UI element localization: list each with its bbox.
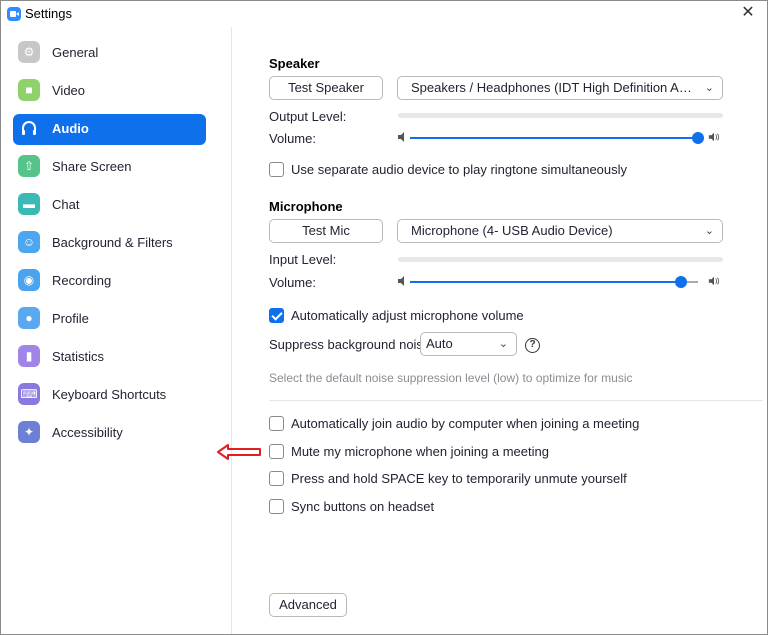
checkbox-label: Use separate audio device to play ringto…	[291, 162, 628, 177]
sidebar-item-label: Accessibility	[52, 425, 123, 440]
speaker-volume-label: Volume:	[269, 131, 316, 146]
checkbox-box[interactable]	[269, 162, 284, 177]
microphone-device-value: Microphone (4- USB Audio Device)	[411, 223, 613, 238]
sidebar-item-label: Profile	[52, 311, 89, 326]
input-level-label: Input Level:	[269, 252, 337, 267]
checkbox-box[interactable]	[269, 444, 284, 459]
checkbox-box[interactable]	[269, 416, 284, 431]
sidebar-item-label: Statistics	[52, 349, 105, 364]
space-to-unmute-checkbox[interactable]: Press and hold SPACE key to temporarily …	[269, 470, 629, 488]
sidebar-item-recording[interactable]: ◉ Recording	[13, 266, 206, 297]
accessibility-icon: ✦	[18, 421, 40, 443]
sidebar-item-label: Chat	[52, 197, 80, 212]
checkbox-box[interactable]	[269, 499, 284, 514]
sidebar-item-accessibility[interactable]: ✦ Accessibility	[13, 418, 206, 449]
sidebar-item-label: Keyboard Shortcuts	[52, 387, 167, 402]
settings-sidebar: ⚙ General ■ Video Audio ⇧ Share Screen ▬…	[1, 27, 232, 634]
test-speaker-button[interactable]: Test Speaker	[269, 76, 383, 100]
sidebar-item-share-screen[interactable]: ⇧ Share Screen	[13, 152, 206, 183]
chevron-down-icon: ⌄	[704, 225, 714, 237]
sidebar-item-background-filters[interactable]: ☺ Background & Filters	[13, 228, 206, 259]
sidebar-item-general[interactable]: ⚙ General	[13, 38, 206, 69]
checkbox-box[interactable]	[269, 308, 284, 323]
sidebar-item-label: Share Screen	[52, 159, 132, 174]
sidebar-item-label: Recording	[52, 273, 112, 288]
speaker-heading: Speaker	[269, 56, 320, 71]
audio-settings-panel: Speaker Test Speaker Speakers / Headphon…	[233, 27, 767, 634]
bar-chart-icon: ▮	[18, 345, 40, 367]
checkbox-label: Press and hold SPACE key to temporarily …	[291, 471, 627, 486]
sync-headset-checkbox[interactable]: Sync buttons on headset	[269, 498, 469, 516]
checkbox-label: Automatically join audio by computer whe…	[291, 416, 640, 431]
keyboard-icon: ⌨	[18, 383, 40, 405]
annotation-arrow-icon	[217, 444, 261, 460]
chevron-down-icon: ⌄	[704, 82, 714, 94]
speaker-volume-fill	[410, 137, 698, 139]
sidebar-item-statistics[interactable]: ▮ Statistics	[13, 342, 206, 373]
noise-hint-text: Select the default noise suppression lev…	[269, 371, 633, 385]
sidebar-item-label: Audio	[52, 121, 89, 136]
output-level-label: Output Level:	[269, 109, 347, 124]
microphone-heading: Microphone	[269, 199, 343, 214]
checkbox-label: Mute my microphone when joining a meetin…	[291, 444, 549, 459]
volume-high-icon	[708, 276, 720, 286]
output-level-meter	[398, 113, 723, 118]
sidebar-item-label: Background & Filters	[52, 235, 173, 250]
checkbox-label: Sync buttons on headset	[291, 499, 435, 514]
suppress-noise-label: Suppress background noise	[269, 337, 431, 352]
speaker-volume-knob[interactable]	[692, 132, 704, 144]
mic-volume-knob[interactable]	[674, 276, 687, 288]
chat-bubble-icon: ▬	[18, 193, 40, 215]
settings-window: Settings ✕ ⚙ General ■ Video Audio ⇧ Sha…	[0, 0, 768, 635]
sidebar-item-chat[interactable]: ▬ Chat	[13, 190, 206, 221]
auto-adjust-mic-checkbox[interactable]: Automatically adjust microphone volume	[269, 307, 569, 325]
microphone-device-select[interactable]: Microphone (4- USB Audio Device) ⌄	[397, 219, 723, 243]
sidebar-item-label: General	[52, 45, 99, 60]
speaker-device-value: Speakers / Headphones (IDT High Definiti…	[411, 80, 718, 95]
mic-volume-fill	[410, 281, 681, 283]
checkbox-box[interactable]	[269, 471, 284, 486]
sidebar-item-video[interactable]: ■ Video	[13, 76, 206, 107]
mute-on-join-checkbox[interactable]: Mute my microphone when joining a meetin…	[269, 443, 569, 461]
close-icon[interactable]: ✕	[737, 3, 759, 23]
share-screen-icon: ⇧	[18, 155, 40, 177]
help-question-icon[interactable]: ?	[525, 338, 540, 353]
volume-high-icon	[708, 132, 720, 142]
zoom-app-icon	[7, 7, 21, 21]
title-bar: Settings ✕	[1, 1, 767, 27]
video-camera-icon: ■	[18, 79, 40, 101]
input-level-meter	[398, 257, 723, 262]
sidebar-item-keyboard-shortcuts[interactable]: ⌨ Keyboard Shortcuts	[13, 380, 206, 411]
chevron-down-icon: ⌄	[498, 338, 508, 350]
noise-suppression-value: Auto	[426, 336, 453, 351]
record-icon: ◉	[18, 269, 40, 291]
mic-volume-label: Volume:	[269, 275, 316, 290]
section-divider	[269, 400, 763, 401]
auto-join-audio-checkbox[interactable]: Automatically join audio by computer whe…	[269, 415, 649, 433]
sidebar-item-profile[interactable]: ● Profile	[13, 304, 206, 335]
volume-low-icon	[398, 132, 404, 142]
speaker-device-select[interactable]: Speakers / Headphones (IDT High Definiti…	[397, 76, 723, 100]
gear-icon: ⚙	[18, 41, 40, 63]
checkbox-label: Automatically adjust microphone volume	[291, 308, 524, 323]
person-icon: ●	[18, 307, 40, 329]
sidebar-item-audio[interactable]: Audio	[13, 114, 206, 145]
window-title: Settings	[25, 6, 72, 21]
test-mic-button[interactable]: Test Mic	[269, 219, 383, 243]
person-background-icon: ☺	[18, 231, 40, 253]
advanced-button[interactable]: Advanced	[269, 593, 347, 617]
headphones-icon	[18, 117, 40, 139]
separate-ringtone-checkbox[interactable]: Use separate audio device to play ringto…	[269, 161, 669, 179]
volume-low-icon	[398, 276, 404, 286]
noise-suppression-select[interactable]: Auto ⌄	[420, 332, 517, 356]
sidebar-item-label: Video	[52, 83, 86, 98]
